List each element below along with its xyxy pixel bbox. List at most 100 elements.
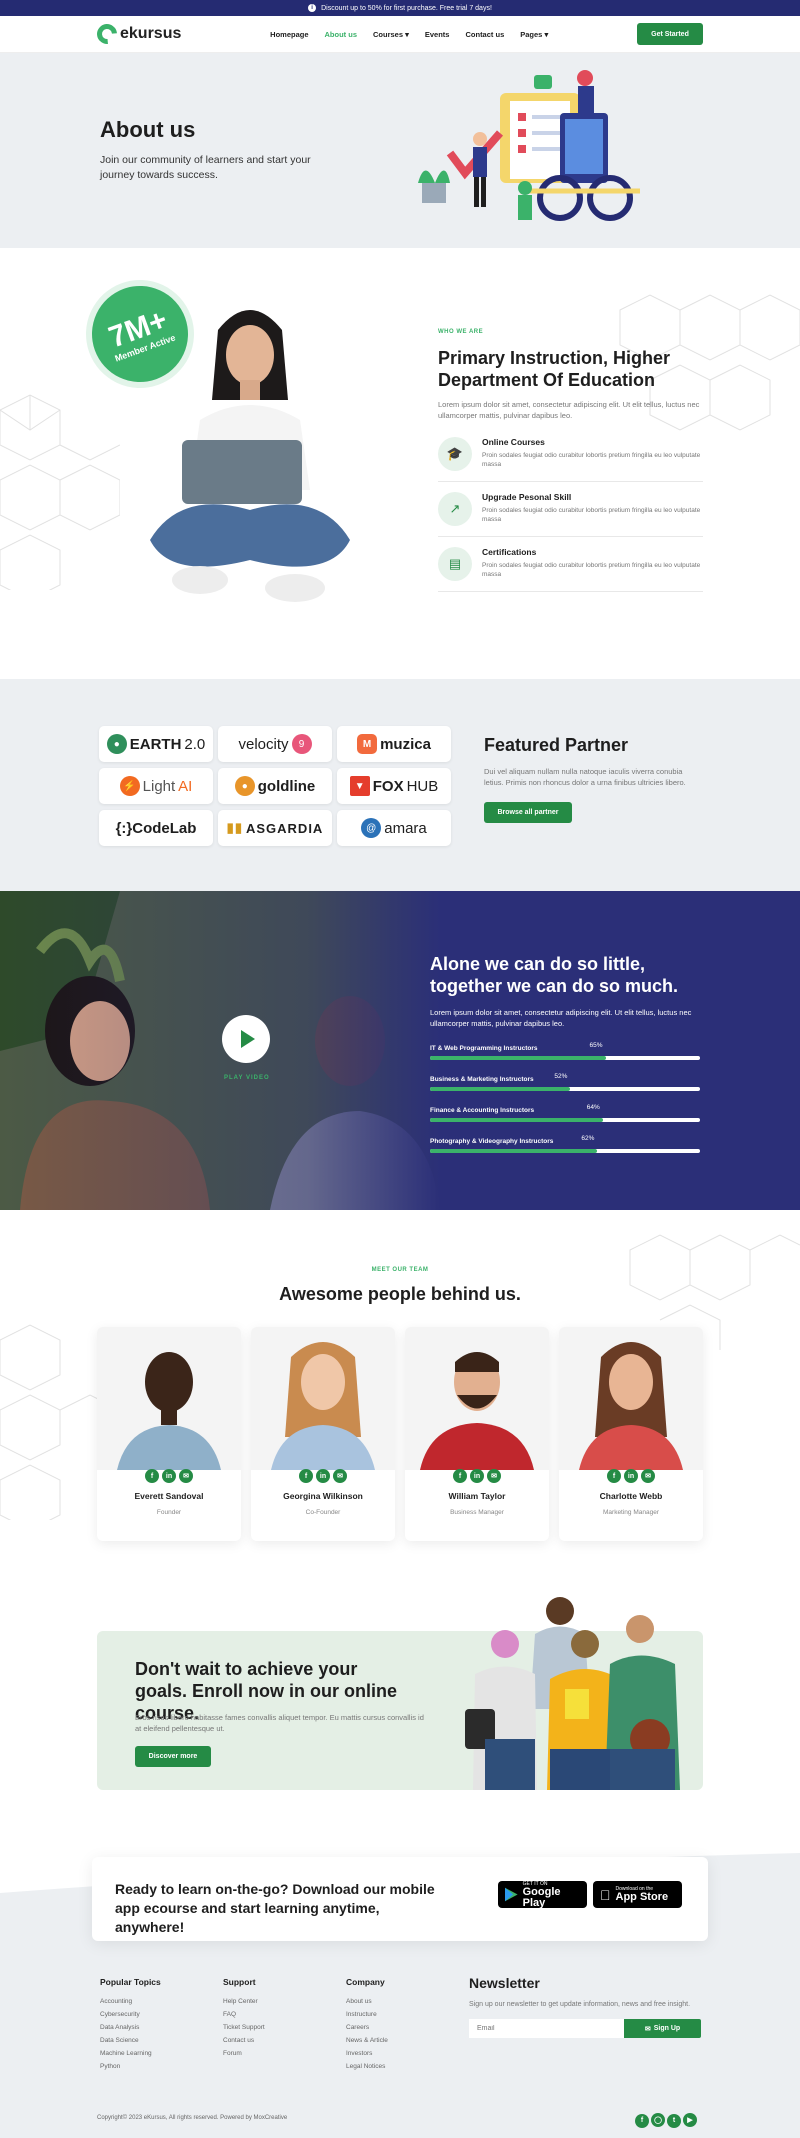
nav-pages[interactable]: Pages ▾ [520,30,548,39]
partner-suffix: AI [178,777,193,795]
skill-label: IT & Web Programming Instructors [430,1045,538,1052]
email-icon[interactable]: ✉ [641,1469,655,1483]
member-role: Founder [156,1509,182,1516]
certificate-icon: ▤ [438,547,472,581]
facebook-icon[interactable]: f [145,1469,159,1483]
footer-link[interactable]: Instructure [346,2011,388,2018]
footer-link[interactable]: Investors [346,2050,388,2057]
footer-link[interactable]: Ticket Support [223,2024,265,2031]
footer-link[interactable]: Help Center [223,1998,265,2005]
feature-list: 🎓 Online Courses Proin sodales feugiat od… [438,427,703,592]
brand-logo[interactable]: ekursus [92,19,181,49]
partner-logo[interactable]: ⚡ Light AI [99,768,213,804]
partner-logo[interactable]: @ amara [337,810,451,846]
email-icon[interactable]: ✉ [487,1469,501,1483]
footer-heading: Support [223,1977,256,1987]
google-play-button[interactable]: GET IT ON Google Play [498,1881,587,1908]
browse-partners-button[interactable]: Browse all partner [484,802,572,823]
chevron-down-icon: ▾ [405,29,409,39]
footer-link[interactable]: Careers [346,2024,388,2031]
partner-logo[interactable]: {:}CodeLab [99,810,213,846]
footer-link[interactable]: FAQ [223,2011,265,2018]
hero-illustration [418,70,640,221]
linkedin-icon[interactable]: in [470,1469,484,1483]
get-started-button[interactable]: Get Started [637,23,703,45]
stats-text: Lorem ipsum dolor sit amet, consectetur … [430,1008,692,1028]
email-input[interactable] [469,2019,624,2038]
progress-track [430,1056,700,1060]
facebook-icon[interactable]: f [607,1469,621,1483]
team-card: f in ✉ Georgina Wilkinson Co-Founder [251,1327,395,1541]
partner-logo[interactable]: velocity 9 [218,726,332,762]
hero-section: About us Join our community of learners … [0,53,800,248]
twitter-icon[interactable]: t [667,2113,681,2128]
nav-courses[interactable]: Courses ▾ [373,30,409,39]
linkedin-icon[interactable]: in [316,1469,330,1483]
member-photo [251,1327,395,1470]
sign-up-button[interactable]: ✉ Sign Up [624,2019,701,2038]
skill-percent: 64% [586,1104,600,1111]
linkedin-icon[interactable]: in [162,1469,176,1483]
member-name: William Taylor [448,1491,506,1501]
cta-text: Eros risus libero habitasse fames conval… [135,1713,424,1733]
footer-link[interactable]: Data Analysis [100,2024,161,2031]
member-name: Georgina Wilkinson [283,1491,363,1501]
chevron-down-icon: ▾ [544,29,549,39]
feature-title: Certifications [482,547,537,557]
app-store-label: App Store [605,1891,669,1903]
footer-link[interactable]: News & Article [346,2037,388,2044]
footer-link[interactable]: Accounting [100,1998,161,2005]
app-title: Ready to learn on-the-go? Download our m… [115,1881,435,1935]
facebook-icon[interactable]: f [453,1469,467,1483]
footer-link[interactable]: Python [100,2063,161,2070]
footer-link[interactable]: Forum [223,2050,265,2057]
promo-text: Discount up to 50% for first purchase. F… [321,4,492,12]
play-video-button[interactable] [222,1015,270,1063]
partner-logo[interactable]: ▼ FOX HUB [337,768,451,804]
footer-link[interactable]: Contact us [223,2037,265,2044]
linkedin-icon[interactable]: in [624,1469,638,1483]
partner-logo[interactable]: ▮▮ ASGARDIA [218,810,332,846]
youtube-icon[interactable]: ▶ [683,2113,697,2127]
footer-link[interactable]: Machine Learning [100,2050,161,2057]
facebook-icon[interactable]: f [299,1469,313,1483]
skill-percent: 52% [554,1073,568,1080]
footer-link[interactable]: Legal Notices [346,2063,388,2070]
nav-homepage[interactable]: Homepage [270,30,308,39]
feature-text: Proin sodales feugiat odio curabitur lob… [482,452,701,468]
footer-link[interactable]: About us [346,1998,388,2005]
partner-logo[interactable]: ● goldline [218,768,332,804]
footer-heading: Company [346,1977,385,1987]
students-photo [465,1597,680,1790]
discover-more-button[interactable]: Discover more [135,1746,211,1767]
copyright: Copyright© 2023 eKursus, All rights rese… [97,2115,288,2121]
app-store-button[interactable]:  Download on theApp Store [593,1881,682,1908]
amara-logo-icon: @ [361,818,382,838]
partner-logo[interactable]: ● EARTH 2.0 [99,726,213,762]
feature-text: Proin sodales feugiat odio curabitur lob… [482,562,701,578]
decorative-lattice [0,394,120,590]
about-text: Lorem ipsum dolor sit amet, consectetur … [438,400,700,420]
progress-track [430,1118,700,1122]
student-photo [150,310,350,602]
skill-bar: IT & Web Programming Instructors 65% [430,1042,700,1060]
member-role: Business Manager [450,1509,504,1516]
apple-icon:  [600,1887,611,1903]
facebook-icon[interactable]: f [635,2113,649,2128]
instagram-icon[interactable]: ◯ [651,2113,665,2127]
member-role: Marketing Manager [603,1509,659,1516]
nav-about[interactable]: About us [325,30,358,39]
footer-link[interactable]: Data Science [100,2037,161,2044]
partner-logo[interactable]: Mmuzica [337,726,451,762]
skill-label: Photography & Videography Instructors [430,1138,554,1145]
footer-link[interactable]: Cybersecurity [100,2011,161,2018]
page: i Discount up to 50% for first purchase.… [0,0,800,2138]
skill-bar: Photography & Videography Instructors 62% [430,1135,700,1153]
nav-events[interactable]: Events [425,30,450,39]
email-icon[interactable]: ✉ [179,1469,193,1483]
newsletter-text: Sign up our newsletter to get update inf… [469,2001,691,2008]
nav-contact[interactable]: Contact us [465,30,504,39]
email-icon[interactable]: ✉ [333,1469,347,1483]
member-photo [405,1327,549,1470]
play-label: PLAY VIDEO [224,1075,270,1081]
